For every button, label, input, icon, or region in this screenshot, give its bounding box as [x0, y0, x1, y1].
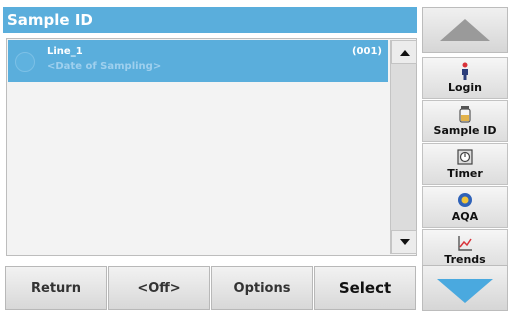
select-button[interactable]: Select [314, 266, 416, 310]
login-button[interactable]: Login [422, 57, 508, 99]
scroll-down-button[interactable] [391, 230, 417, 254]
list-item-count: (001) [351, 46, 382, 57]
bottom-toolbar: Return <Off> Options Select [5, 266, 417, 310]
page-title: Sample ID [3, 7, 417, 33]
options-button[interactable]: Options [211, 266, 313, 310]
arrow-up-icon [400, 50, 410, 56]
aqa-label: AQA [451, 210, 479, 223]
aqa-icon [423, 190, 507, 210]
page-down-button[interactable] [422, 265, 508, 311]
timer-icon [423, 147, 507, 167]
sample-id-label: Sample ID [433, 124, 497, 137]
trend-chart-icon [423, 233, 507, 253]
off-button[interactable]: <Off> [108, 266, 210, 310]
page-down-arrow-icon [437, 279, 493, 303]
sample-bottle-icon [423, 104, 507, 124]
page-up-arrow-icon [440, 19, 490, 41]
aqa-button[interactable]: AQA [422, 186, 508, 228]
side-panel: Login Sample ID Timer AQA Trends [422, 7, 508, 311]
selection-radio-icon[interactable] [15, 52, 35, 72]
sample-id-button[interactable]: Sample ID [422, 100, 508, 142]
scroll-up-button[interactable] [391, 40, 417, 64]
list-scrollbar[interactable] [390, 40, 417, 254]
list-item-date: <Date of Sampling> [47, 61, 162, 72]
list-item[interactable]: Line_1 <Date of Sampling> (001) [8, 40, 388, 82]
person-icon [423, 61, 507, 81]
login-label: Login [447, 81, 483, 94]
return-button[interactable]: Return [5, 266, 107, 310]
timer-button[interactable]: Timer [422, 143, 508, 185]
arrow-down-icon [400, 239, 410, 245]
sample-id-list[interactable]: Line_1 <Date of Sampling> (001) [6, 38, 417, 256]
page-up-button[interactable] [422, 7, 508, 53]
timer-label: Timer [447, 167, 483, 180]
list-item-name: Line_1 [47, 46, 83, 57]
